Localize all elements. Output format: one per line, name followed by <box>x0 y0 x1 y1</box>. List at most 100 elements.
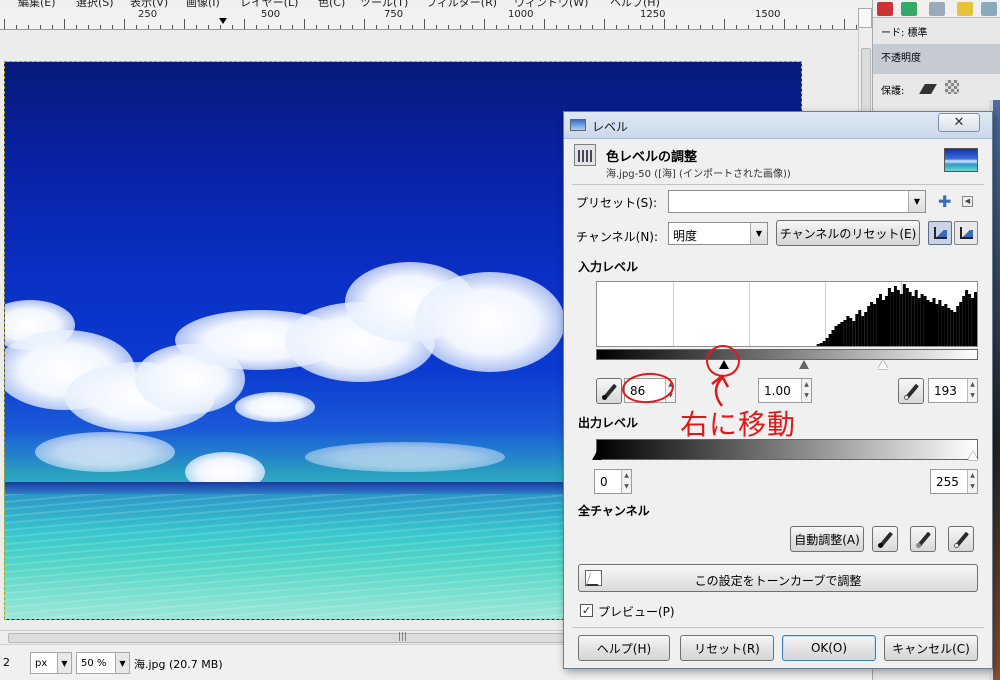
histogram-bar <box>816 344 820 346</box>
histogram-bar <box>896 290 900 346</box>
spin-arrows-icon[interactable]: ▲ ▼ <box>801 379 811 402</box>
menu-tools[interactable]: ツール(T) <box>360 0 408 8</box>
annotation-text: 右に移動 <box>680 408 797 441</box>
cancel-button[interactable]: キャンセル(C) <box>884 635 978 661</box>
preview-label[interactable]: プレビュー(P) <box>598 603 675 620</box>
spin-arrows-icon[interactable]: ▲ ▼ <box>967 470 977 493</box>
preset-menu-icon[interactable]: ◀ <box>962 196 973 207</box>
reset-channel-button[interactable]: チャンネルのリセット(E) <box>776 220 920 246</box>
spin-arrows-icon[interactable]: ▲ ▼ <box>967 379 977 402</box>
ruler-tick <box>280 25 281 29</box>
undo-tab-icon[interactable] <box>957 2 973 16</box>
menu-help[interactable]: ヘルプ(H) <box>610 0 660 8</box>
separator <box>572 627 984 628</box>
log-histogram-toggle[interactable] <box>954 221 978 245</box>
menu-image[interactable]: 画像(I) <box>186 0 220 8</box>
ruler-label: 250 <box>138 9 158 20</box>
menu-colors[interactable]: 色(C) <box>318 0 345 8</box>
ruler-tick <box>604 19 605 29</box>
unit-select[interactable]: px ▼ <box>30 652 72 674</box>
layer-mode-row[interactable]: ード: 標準 <box>873 24 1000 42</box>
brushes-tab-icon[interactable] <box>981 2 997 16</box>
auto-adjust-button[interactable]: 自動調整(A) <box>790 526 864 552</box>
input-gamma-handle[interactable] <box>799 360 809 369</box>
pick-gray-button[interactable] <box>910 526 936 552</box>
histogram-bar <box>870 302 874 346</box>
edit-as-curves-button[interactable]: この設定をトーンカーブで調整 <box>578 564 978 592</box>
ruler-tick <box>88 25 89 29</box>
pick-white-point-button[interactable] <box>898 378 924 404</box>
input-levels-gradient[interactable] <box>596 349 978 360</box>
channels-tab-icon[interactable] <box>901 2 917 16</box>
layer-thumbnails <box>993 100 1000 680</box>
horizontal-ruler[interactable]: 250 500 750 1000 1250 1500 <box>0 8 858 30</box>
histogram-bar <box>879 294 882 346</box>
histogram-bar <box>956 306 960 346</box>
ruler-tick <box>568 25 569 29</box>
input-high-spin[interactable]: 193 ▲ ▼ <box>928 378 978 403</box>
channel-select[interactable]: 明度 ▼ <box>668 222 768 245</box>
chevron-down-icon: ▼ <box>115 653 129 673</box>
reset-button[interactable]: リセット(R) <box>680 635 774 661</box>
input-high-handle[interactable] <box>878 360 888 369</box>
ruler-tick <box>460 25 461 29</box>
input-high-value: 193 <box>934 384 957 398</box>
auto-adjust-label: 自動調整(A) <box>794 532 860 547</box>
histogram-bar <box>890 292 894 346</box>
menu-filters[interactable]: フィルター(R) <box>426 0 497 8</box>
ruler-tick <box>64 19 65 29</box>
lock-pixels-icon[interactable] <box>918 84 937 94</box>
output-high-handle[interactable] <box>968 451 978 460</box>
dialog-titlebar[interactable]: レベル ✕ <box>564 112 992 139</box>
opacity-label: 不透明度 <box>881 53 921 64</box>
lock-alpha-icon[interactable] <box>944 80 959 94</box>
ruler-tick <box>208 25 209 29</box>
ruler-tick <box>784 19 785 29</box>
menu-select[interactable]: 選択(S) <box>76 0 114 8</box>
spin-arrows-icon[interactable]: ▲ ▼ <box>621 470 631 493</box>
ruler-tick <box>292 25 293 29</box>
ruler-tick <box>40 25 41 29</box>
pick-black-button[interactable] <box>872 526 898 552</box>
input-gamma-spin[interactable]: 1.00 ▲ ▼ <box>758 378 812 403</box>
navigate-corner-button[interactable] <box>858 8 872 28</box>
dock-tab-icons <box>873 0 1000 18</box>
add-preset-icon[interactable]: ✚ <box>938 192 951 211</box>
ruler-label: 1250 <box>640 9 666 20</box>
menu-view[interactable]: 表示(V) <box>130 0 168 8</box>
ruler-tick <box>364 19 365 29</box>
output-low-handle[interactable] <box>592 451 602 460</box>
separator <box>572 184 984 185</box>
ruler-tick <box>484 19 485 29</box>
opacity-row[interactable]: 不透明度 <box>873 44 1000 74</box>
paths-tab-icon[interactable] <box>929 2 945 16</box>
reset-channel-label: チャンネルのリセット(E) <box>779 226 917 241</box>
image-thumbnail <box>944 148 978 172</box>
histogram-bar <box>822 341 826 346</box>
edit-as-curves-label: この設定をトーンカーブで調整 <box>694 574 862 588</box>
ruler-tick <box>652 25 653 29</box>
ruler-label: 500 <box>261 9 281 20</box>
menu-edit[interactable]: 編集(E) <box>18 0 56 8</box>
menu-windows[interactable]: ウィンドウ(W) <box>514 0 588 8</box>
pick-black-point-button[interactable] <box>596 378 622 404</box>
output-high-spin[interactable]: 255 ▲ ▼ <box>930 469 978 494</box>
histogram-bar <box>867 306 871 346</box>
output-low-spin[interactable]: 0 ▲ ▼ <box>594 469 632 494</box>
help-button[interactable]: ヘルプ(H) <box>578 635 670 661</box>
close-button[interactable]: ✕ <box>938 113 980 132</box>
preview-checkbox[interactable]: ✓ <box>580 604 593 617</box>
reset-label: リセット(R) <box>694 641 760 656</box>
histogram-bar <box>917 298 921 346</box>
linear-histogram-toggle[interactable] <box>928 221 952 245</box>
histogram-bar <box>831 330 835 346</box>
layers-tab-icon[interactable] <box>877 2 893 16</box>
menu-layer[interactable]: レイヤー(L) <box>240 0 298 8</box>
ruler-tick <box>796 25 797 29</box>
histogram-bar <box>858 310 862 346</box>
ok-button[interactable]: OK(O) <box>782 635 876 661</box>
pick-white-button[interactable] <box>948 526 974 552</box>
preset-select[interactable]: ▼ <box>668 190 926 213</box>
zoom-select[interactable]: 50 % ▼ <box>76 652 130 674</box>
histogram-bar <box>911 296 915 346</box>
